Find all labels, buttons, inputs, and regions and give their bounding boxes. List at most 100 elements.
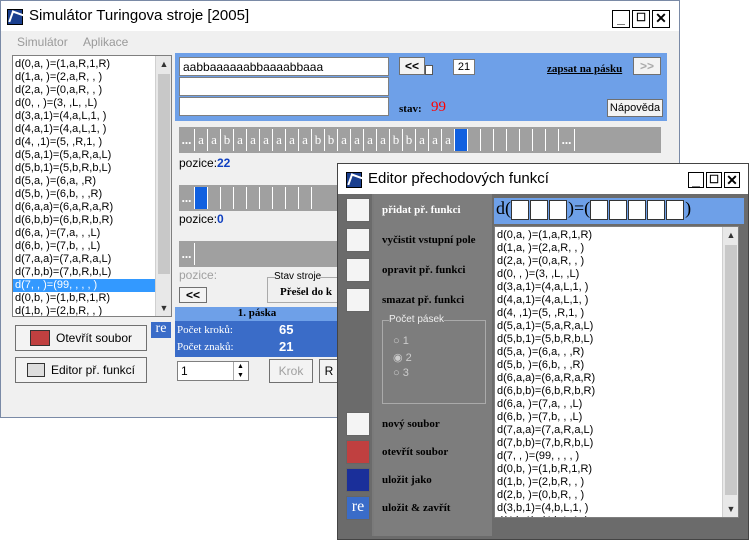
editor-maximize-button[interactable]: ☐ xyxy=(706,172,722,188)
delete-function-icon[interactable] xyxy=(346,288,370,312)
input-symbol2-box[interactable] xyxy=(549,199,567,220)
scroll-down-icon[interactable]: ▼ xyxy=(156,300,171,316)
editor-function-list-row[interactable]: d(4, ,1)=(5, ,R,1, ) xyxy=(495,307,738,320)
back-small-button[interactable]: << xyxy=(179,287,207,303)
function-list-row[interactable]: d(5,b,1)=(5,b,R,b,L) xyxy=(13,162,171,175)
editor-function-list-row[interactable]: d(7, , )=(99, , , , ) xyxy=(495,450,738,463)
editor-function-list-row[interactable]: d(5,b, )=(6,b, , ,R) xyxy=(495,359,738,372)
editor-list-scrollbar[interactable]: ▲ ▼ xyxy=(722,227,738,517)
open-file-icon[interactable] xyxy=(346,440,370,464)
editor-function-list-row[interactable]: d(2,a, )=(0,a,R, , ) xyxy=(495,255,738,268)
editor-close-button[interactable]: ✕ xyxy=(724,172,740,188)
editor-function-list-row[interactable]: d(4,b,1)=(4,b,L,1, ) xyxy=(495,515,738,517)
step-button[interactable]: Krok xyxy=(269,359,313,383)
editor-function-list-row[interactable]: d(5,a, )=(6,a, , ,R) xyxy=(495,346,738,359)
menu-aplikace[interactable]: Aplikace xyxy=(83,35,128,49)
editor-minimize-button[interactable]: _ xyxy=(688,172,704,188)
function-list-row[interactable]: d(5,b, )=(6,b, , ,R) xyxy=(13,188,171,201)
editor-function-list-row[interactable]: d(6,b, )=(7,b, , ,L) xyxy=(495,411,738,424)
back-button[interactable]: << xyxy=(399,57,425,75)
editor-function-list-row[interactable]: d(7,a,a)=(7,a,R,a,L) xyxy=(495,424,738,437)
function-list-row[interactable]: d(1,b, )=(2,b,R, , ) xyxy=(13,305,171,316)
editor-function-list-row[interactable]: d(1,a, )=(2,a,R, , ) xyxy=(495,242,738,255)
input-word-1[interactable]: aabbaaaaaabbaaaabbaaa xyxy=(179,57,389,76)
editor-function-list[interactable]: d(0,a, )=(1,a,R,1,R) d(1,a, )=(2,a,R, , )… xyxy=(494,226,739,518)
editor-scroll-up-icon[interactable]: ▲ xyxy=(723,227,738,243)
slider-handle[interactable] xyxy=(425,65,433,75)
function-list-row[interactable]: d(0, , )=(3, ,L, ,L) xyxy=(13,97,171,110)
function-list-row[interactable]: d(0,b, )=(1,b,R,1,R) xyxy=(13,292,171,305)
editor-scroll-down-icon[interactable]: ▼ xyxy=(723,501,738,517)
forward-button[interactable]: >> xyxy=(633,57,661,75)
editor-button[interactable]: Editor př. funkcí xyxy=(15,357,147,383)
output-move2-box[interactable] xyxy=(666,199,685,220)
function-list-row[interactable]: d(1,a, )=(2,a,R, , ) xyxy=(13,71,171,84)
input-word-2[interactable] xyxy=(179,77,389,96)
run-button[interactable]: R xyxy=(319,359,339,383)
function-list[interactable]: d(0,a, )=(1,a,R,1,R) d(1,a, )=(2,a,R, , )… xyxy=(12,55,172,317)
editor-function-list-row[interactable]: d(3,a,1)=(4,a,L,1, ) xyxy=(495,281,738,294)
delete-function-command[interactable]: smazat př. funkci xyxy=(382,294,492,306)
function-list-row[interactable]: d(4, ,1)=(5, ,R,1, ) xyxy=(13,136,171,149)
function-list-row[interactable]: d(6,a,a)=(6,a,R,a,R) xyxy=(13,201,171,214)
repair-function-command[interactable]: opravit př. funkci xyxy=(382,264,492,276)
maximize-button[interactable]: ☐ xyxy=(632,10,650,28)
function-list-row[interactable]: d(5,a, )=(6,a, ,R) xyxy=(13,175,171,188)
editor-function-list-row[interactable]: d(1,b, )=(2,b,R, , ) xyxy=(495,476,738,489)
add-function-icon[interactable] xyxy=(346,198,370,222)
input-state-box[interactable] xyxy=(511,199,529,220)
function-list-row[interactable]: d(6,b,b)=(6,b,R,b,R) xyxy=(13,214,171,227)
minimize-button[interactable]: _ xyxy=(612,10,630,28)
write-tape-link[interactable]: zapsat na pásku xyxy=(547,63,622,75)
tape-option-3[interactable]: ○ 3 xyxy=(393,367,409,379)
editor-function-list-row[interactable]: d(6,a, )=(7,a, , ,L) xyxy=(495,398,738,411)
output-move1-box[interactable] xyxy=(628,199,647,220)
function-list-row[interactable]: d(6,b, )=(7,b, , ,L) xyxy=(13,240,171,253)
repair-function-icon[interactable] xyxy=(346,258,370,282)
function-list-row[interactable]: d(4,a,1)=(4,a,L,1, ) xyxy=(13,123,171,136)
close-button[interactable]: ✕ xyxy=(652,10,670,28)
function-list-row[interactable]: d(7,a,a)=(7,a,R,a,L) xyxy=(13,253,171,266)
output-symbol2-box[interactable] xyxy=(647,199,666,220)
input-word-3[interactable] xyxy=(179,97,389,116)
input-symbol1-box[interactable] xyxy=(530,199,548,220)
save-as-icon[interactable] xyxy=(346,468,370,492)
editor-function-list-row[interactable]: d(2,b, )=(0,b,R, , ) xyxy=(495,489,738,502)
tape-count-group: Počet pásek ○ 1 ◉ 2 ○ 3 xyxy=(382,314,486,404)
function-list-row[interactable]: d(6,a, )=(7,a, , ,L) xyxy=(13,227,171,240)
output-symbol1-box[interactable] xyxy=(609,199,628,220)
scroll-up-icon[interactable]: ▲ xyxy=(156,56,171,72)
open-file-button[interactable]: Otevřít soubor xyxy=(15,325,147,351)
spinner-arrows[interactable]: ▲ ▼ xyxy=(233,362,247,380)
editor-function-list-row[interactable]: d(7,b,b)=(7,b,R,b,L) xyxy=(495,437,738,450)
function-list-row[interactable]: d(0,a, )=(1,a,R,1,R) xyxy=(13,58,171,71)
editor-function-list-row[interactable]: d(0,b, )=(1,b,R,1,R) xyxy=(495,463,738,476)
menu-simulator[interactable]: Simulátor xyxy=(17,35,68,49)
function-list-scrollbar[interactable]: ▲ ▼ xyxy=(155,56,171,316)
new-file-icon[interactable] xyxy=(346,412,370,436)
tape-option-2[interactable]: ◉ 2 xyxy=(393,351,412,364)
function-list-row[interactable]: d(7, , )=(99, , , , ) xyxy=(13,279,171,292)
editor-function-list-row[interactable]: d(0,a, )=(1,a,R,1,R) xyxy=(495,229,738,242)
function-list-row[interactable]: d(2,a, )=(0,a,R, , ) xyxy=(13,84,171,97)
editor-function-list-row[interactable]: d(4,a,1)=(4,a,L,1, ) xyxy=(495,294,738,307)
tape-option-1[interactable]: ○ 1 xyxy=(393,335,409,347)
help-button[interactable]: Nápověda xyxy=(607,99,663,117)
editor-function-list-row[interactable]: d(5,b,1)=(5,b,R,b,L) xyxy=(495,333,738,346)
clear-input-command[interactable]: vyčistit vstupní pole xyxy=(382,234,492,246)
chars-value: 21 xyxy=(279,339,294,354)
function-list-row[interactable]: d(5,a,1)=(5,a,R,a,L) xyxy=(13,149,171,162)
clear-input-icon[interactable] xyxy=(346,228,370,252)
scroll-thumb[interactable] xyxy=(158,74,170,274)
editor-function-list-row[interactable]: d(3,b,1)=(4,b,L,1, ) xyxy=(495,502,738,515)
function-list-row[interactable]: d(3,a,1)=(4,a,L,1, ) xyxy=(13,110,171,123)
editor-function-list-row[interactable]: d(5,a,1)=(5,a,R,a,L) xyxy=(495,320,738,333)
editor-function-list-row[interactable]: d(6,a,a)=(6,a,R,a,R) xyxy=(495,372,738,385)
editor-function-list-row[interactable]: d(6,b,b)=(6,b,R,b,R) xyxy=(495,385,738,398)
add-function-command[interactable]: přidat př. funkci xyxy=(382,204,492,216)
re-icon[interactable]: re xyxy=(346,496,370,520)
function-list-row[interactable]: d(7,b,b)=(7,b,R,b,L) xyxy=(13,266,171,279)
editor-scroll-thumb[interactable] xyxy=(725,245,737,495)
editor-function-list-row[interactable]: d(0, , )=(3, ,L, ,L) xyxy=(495,268,738,281)
output-state-box[interactable] xyxy=(590,199,609,220)
